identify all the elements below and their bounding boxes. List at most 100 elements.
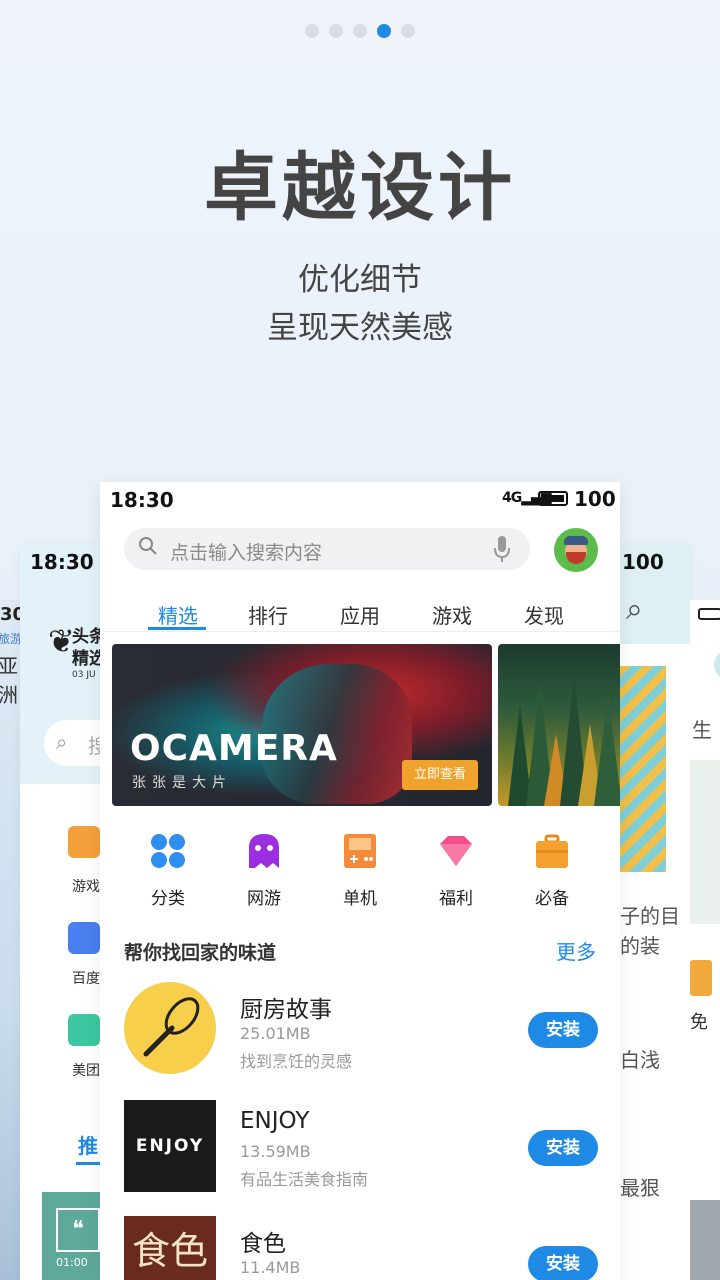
search-placeholder: 点击输入搜索内容 bbox=[170, 542, 323, 564]
headline-date: 03 JU bbox=[72, 670, 96, 680]
image-band bbox=[690, 760, 720, 924]
laurel-icon: ❦ bbox=[48, 622, 75, 660]
tab-discover[interactable]: 发现 bbox=[524, 600, 564, 629]
category-label: 必备 bbox=[535, 889, 569, 909]
tag-icon bbox=[690, 960, 712, 996]
category-essentials[interactable]: 必备 bbox=[504, 832, 600, 909]
more-link[interactable]: 更多 bbox=[556, 936, 596, 965]
image-band bbox=[690, 1200, 720, 1280]
category-single-player[interactable]: 单机 bbox=[312, 832, 408, 909]
whisk-app-icon bbox=[124, 982, 216, 1074]
hero-title: 卓越设计 bbox=[204, 145, 516, 231]
tab-apps[interactable]: 应用 bbox=[340, 600, 380, 629]
install-button[interactable]: 安装 bbox=[528, 1130, 598, 1166]
app-name: ENJOY bbox=[240, 1108, 310, 1134]
hero-subtitle-line1: 优化细节 bbox=[298, 262, 422, 298]
enjoy-app-icon: ENJOY bbox=[124, 1100, 216, 1192]
page-dot-active[interactable] bbox=[377, 24, 391, 38]
list-item[interactable]: 食色 食色 11.4MB 安装 bbox=[100, 1216, 620, 1280]
search-icon: ⌕ bbox=[56, 730, 68, 754]
card-text: 免 bbox=[690, 1012, 708, 1033]
status-time: 18:30 bbox=[30, 550, 94, 574]
category-label: 单机 bbox=[343, 889, 377, 909]
view-now-button[interactable]: 立即查看 bbox=[402, 760, 478, 790]
avatar bbox=[714, 650, 720, 680]
battery-level: 100 bbox=[622, 550, 664, 574]
status-bar: 18:30 4G▂▄▆ 100 bbox=[100, 482, 620, 516]
item-label: 美团 bbox=[72, 1063, 100, 1079]
install-button[interactable]: 安装 bbox=[528, 1012, 598, 1048]
diamond-icon bbox=[440, 836, 472, 866]
category-label: 福利 bbox=[439, 889, 473, 909]
ferris-wheel-image bbox=[620, 666, 666, 872]
category-classify[interactable]: 分类 bbox=[120, 832, 216, 909]
card-text: 的装 bbox=[620, 934, 660, 958]
tab-ranking[interactable]: 排行 bbox=[248, 600, 288, 629]
user-avatar[interactable] bbox=[554, 528, 598, 572]
category-label: 网游 bbox=[247, 889, 281, 909]
card-text: 生 bbox=[692, 718, 712, 742]
quote-icon: ❝ bbox=[56, 1208, 100, 1252]
page-indicator bbox=[0, 24, 720, 38]
divider bbox=[100, 631, 620, 632]
battery-level: 100 bbox=[574, 487, 616, 511]
category-tabs: 精选 排行 应用 游戏 发现 bbox=[100, 596, 620, 636]
page-dot[interactable] bbox=[353, 24, 367, 38]
app-name: 食色 bbox=[240, 1231, 286, 1257]
list-item[interactable]: ENJOY ENJOY 13.59MB 有品生活美食指南 安装 bbox=[100, 1100, 620, 1200]
app-size: 25.01MB bbox=[240, 1024, 311, 1043]
avatar-beard bbox=[566, 552, 586, 564]
section-title: 帮你找回家的味道 bbox=[124, 942, 277, 964]
item-label: 游戏 bbox=[72, 879, 100, 895]
thumb-time: 01:00 bbox=[56, 1256, 88, 1269]
svg-text:食色: 食色 bbox=[132, 1229, 208, 1273]
card-text: 最狠 bbox=[620, 1176, 660, 1200]
forest-banner[interactable] bbox=[498, 644, 620, 806]
game-icon[interactable] bbox=[68, 826, 100, 858]
baidu-icon[interactable] bbox=[68, 922, 100, 954]
app-description: 有品生活美食指南 bbox=[240, 1170, 369, 1189]
page-dot[interactable] bbox=[401, 24, 415, 38]
item-label: 百度 bbox=[72, 971, 100, 987]
grid-icon bbox=[151, 834, 185, 868]
background-card-far-right: 生 免 bbox=[690, 600, 720, 1280]
avatar-hair bbox=[564, 536, 588, 545]
category-label: 分类 bbox=[151, 889, 185, 909]
gamepad-icon bbox=[344, 834, 376, 868]
app-name: 厨房故事 bbox=[240, 997, 332, 1023]
card-text: 子的目 bbox=[620, 904, 680, 928]
tab-recommend[interactable]: 推 bbox=[78, 1130, 98, 1159]
search-icon[interactable]: ⌕ bbox=[626, 592, 643, 627]
svg-text:ENJOY: ENJOY bbox=[136, 1136, 204, 1156]
tab-underline bbox=[148, 627, 206, 630]
app-size: 13.59MB bbox=[240, 1142, 311, 1161]
status-time: 18:30 bbox=[110, 488, 174, 512]
search-icon bbox=[139, 537, 157, 555]
battery-icon bbox=[538, 491, 568, 506]
shise-app-icon: 食色 bbox=[124, 1216, 216, 1280]
quick-categories: 分类 网游 单机 福利 必备 bbox=[100, 832, 620, 912]
tab-featured[interactable]: 精选 bbox=[158, 600, 198, 629]
page-dot[interactable] bbox=[329, 24, 343, 38]
battery-icon bbox=[698, 608, 720, 620]
app-size: 11.4MB bbox=[240, 1258, 301, 1277]
forest-image bbox=[508, 674, 620, 806]
app-description: 找到烹饪的灵感 bbox=[240, 1052, 353, 1071]
featured-banner[interactable]: OCAMERA 张张是大片 立即查看 bbox=[112, 644, 492, 806]
install-button[interactable]: 安装 bbox=[528, 1246, 598, 1280]
category-welfare[interactable]: 福利 bbox=[408, 832, 504, 909]
briefcase-icon bbox=[536, 834, 568, 868]
category-online-games[interactable]: 网游 bbox=[216, 832, 312, 909]
ghost-icon bbox=[249, 834, 279, 868]
meituan-icon[interactable] bbox=[68, 1014, 100, 1046]
banner-subtitle: 张张是大片 bbox=[132, 775, 232, 791]
search-input[interactable]: 点击输入搜索内容 bbox=[124, 528, 530, 570]
card-text: 白浅 bbox=[620, 1048, 660, 1072]
banner-title: OCAMERA bbox=[130, 728, 338, 769]
list-item[interactable]: 厨房故事 25.01MB 找到烹饪的灵感 安装 bbox=[100, 982, 620, 1082]
tab-games[interactable]: 游戏 bbox=[432, 600, 472, 629]
hero-subtitle-line2: 呈现天然美感 bbox=[267, 310, 453, 346]
microphone-icon[interactable] bbox=[494, 535, 510, 563]
page-dot[interactable] bbox=[305, 24, 319, 38]
phone-screen-main: 18:30 4G▂▄▆ 100 点击输入搜索内容 精选 排行 应用 游戏 发现 … bbox=[100, 482, 620, 1280]
